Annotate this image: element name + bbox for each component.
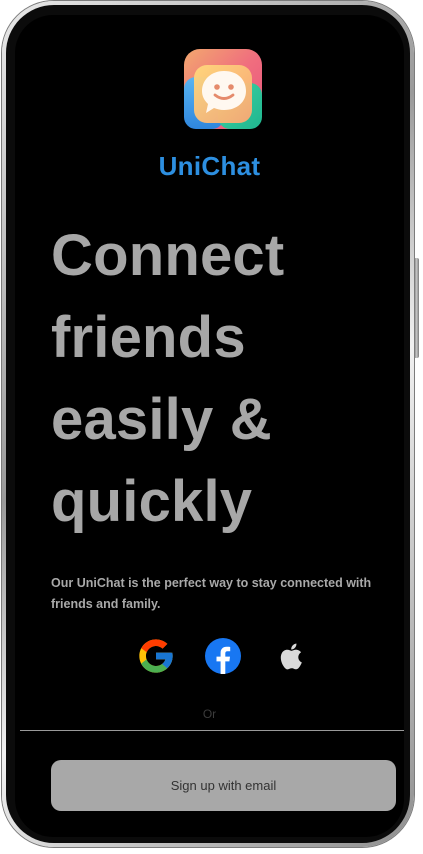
google-login-button[interactable]: [136, 636, 176, 676]
social-login-row: [15, 636, 404, 676]
facebook-login-button[interactable]: [203, 636, 243, 676]
app-name: UniChat: [158, 151, 261, 181]
subtitle-text: Our UniChat is the perfect way to stay c…: [51, 576, 372, 611]
google-icon: [139, 639, 173, 673]
power-button: [414, 258, 419, 358]
facebook-icon: [205, 638, 241, 674]
divider-line: [20, 730, 404, 731]
hero-line-4: quickly: [51, 469, 253, 534]
screen: UniChat Connect friends easily & quickly…: [15, 15, 404, 837]
or-divider-label: Or: [202, 707, 217, 721]
hero-line-3: easily &: [51, 387, 272, 452]
phone-mockup: UniChat Connect friends easily & quickly…: [0, 0, 423, 854]
apple-icon: [280, 643, 302, 670]
apple-login-button[interactable]: [271, 636, 311, 676]
hero-headline: Connect friends easily & quickly: [51, 215, 381, 543]
hero-line-2: friends: [51, 305, 246, 370]
app-logo-icon: [184, 49, 262, 129]
sign-up-email-button[interactable]: Sign up with email: [51, 760, 396, 811]
hero-line-1: Connect: [51, 223, 285, 288]
